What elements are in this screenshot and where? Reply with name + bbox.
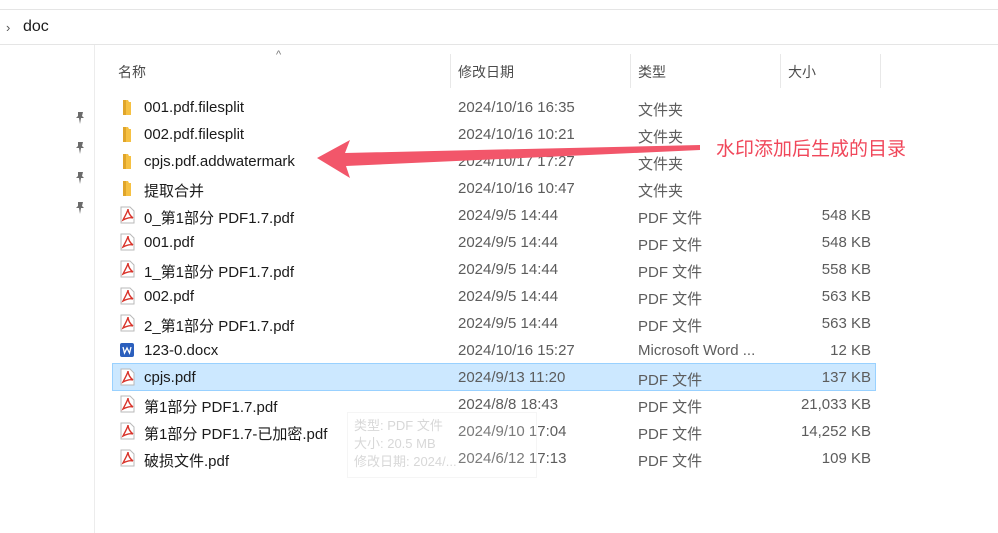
annotation-label: 水印添加后生成的目录 bbox=[716, 139, 907, 160]
annotation-arrow bbox=[317, 140, 700, 178]
